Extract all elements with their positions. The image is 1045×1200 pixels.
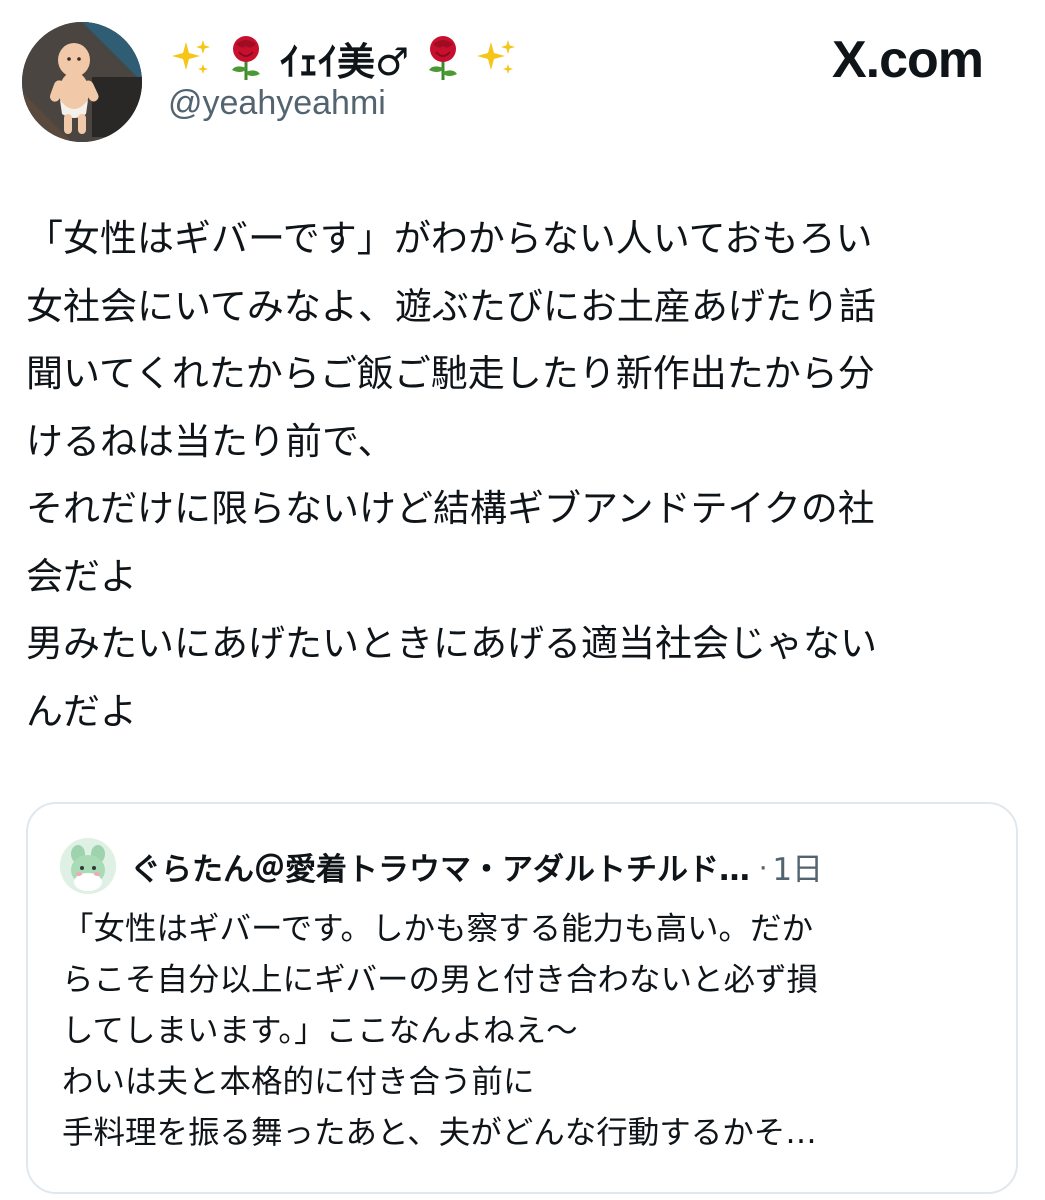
quoted-tweet-line: 手料理を振る舞ったあと、夫がどんな行動するかそ…: [62, 1115, 817, 1151]
tweet-line: 聞いてくれたからご飯ご馳走したり新作出たから分: [26, 352, 875, 395]
quoted-tweet-line: してしまいます。」ここなんよねえ〜: [62, 1013, 578, 1049]
quoted-tweet-card[interactable]: ぐらたん＠愛着トラウマ・アダルトチルド… · 1日 「女性はギバーです。しかも察…: [26, 802, 1018, 1194]
quoted-tweet-line: わいは夫と本格的に付き合う前に: [62, 1064, 535, 1100]
quoted-separator: ·: [758, 848, 769, 883]
tweet-text: 「女性はギバーです」がわからない人いておもろい 女社会にいてみなよ、遊ぶたびにお…: [26, 205, 1026, 745]
author-name-label: ｲｪｲ美♂: [280, 39, 410, 84]
site-brand-label: X.com: [831, 31, 984, 89]
tweet-line: 女社会にいてみなよ、遊ぶたびにお土産あげたり話: [26, 284, 876, 328]
quoted-tweet-line: らこそ自分以上にギバーの男と付き合わないと必ず損: [62, 962, 819, 998]
quoted-tweet-header: ぐらたん＠愛着トラウマ・アダルトチルド… · 1日: [130, 840, 823, 892]
tweet-line: けるねは当たり前で、: [26, 419, 395, 463]
tweet-header: ｲｪｲ美♂ @yeahyeahmi X.com: [0, 0, 1045, 160]
quoted-timestamp[interactable]: 1日: [772, 844, 823, 889]
quoted-tweet-line: 「女性はギバーです。しかも察する能力も高い。だか: [62, 911, 813, 947]
sparkles-icon: [168, 34, 216, 82]
rose-icon: [222, 34, 270, 82]
sparkles-icon: [473, 34, 521, 82]
tweet-line: それだけに限らないけど結構ギブアンドテイクの社: [26, 487, 875, 530]
tweet-line: 「女性はギバーです」がわからない人いておもろい: [26, 217, 873, 260]
author-handle[interactable]: @yeahyeahmi: [168, 84, 386, 123]
quoted-author-name[interactable]: ぐらたん＠愛着トラウマ・アダルトチルド…: [130, 844, 750, 889]
tweet-line: んだよ: [26, 689, 137, 733]
tweet-line: 男みたいにあげたいときにあげる適当社会じゃない: [26, 622, 877, 665]
quoted-author-avatar[interactable]: [60, 838, 116, 894]
tweet-line: 会だよ: [26, 554, 137, 598]
author-avatar[interactable]: [22, 22, 142, 142]
author-display-name[interactable]: ｲｪｲ美♂: [168, 28, 521, 88]
rose-icon: [419, 34, 467, 82]
site-brand: X.com: [831, 30, 984, 90]
quoted-tweet-text: 「女性はギバーです。しかも察する能力も高い。だか らこそ自分以上にギバーの男と付…: [62, 904, 1002, 1159]
